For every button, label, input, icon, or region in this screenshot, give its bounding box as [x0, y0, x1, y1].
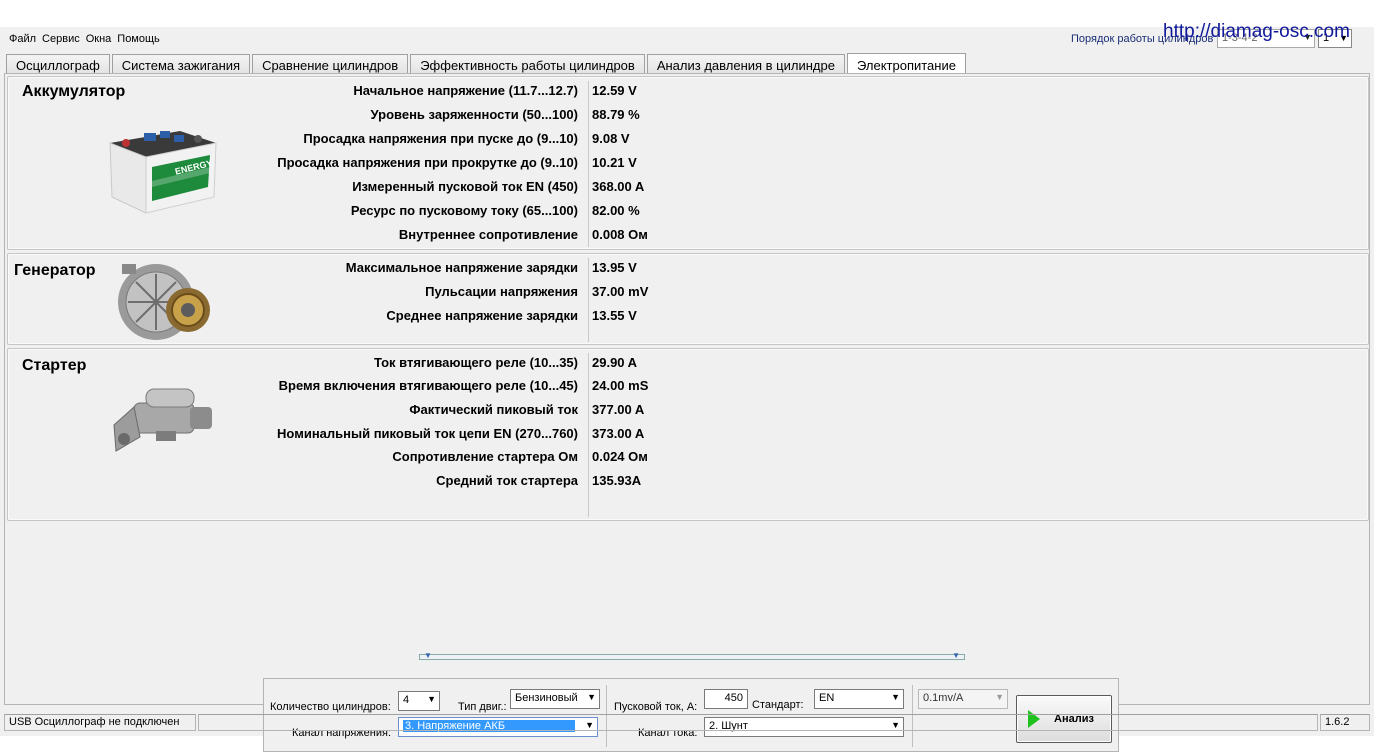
row-value: 10.21 V	[592, 155, 637, 170]
menu-help[interactable]: Помощь	[114, 33, 163, 45]
row-value: 37.00 mV	[592, 284, 649, 299]
row-label: Просадка напряжения при прокрутке до (9.…	[277, 155, 578, 170]
standard-label: Стандарт:	[752, 699, 804, 711]
battery-row: Ресурс по пусковому току (65...100) 82.00…	[8, 203, 708, 227]
row-label: Номинальный пиковый ток цепи EN (270...7…	[277, 426, 578, 441]
generator-row: Пульсации напряжения 37.00 mV	[8, 284, 708, 308]
row-label: Внутреннее сопротивление	[398, 227, 578, 242]
starter-row: Ток втягивающего реле (10...35) 29.90 A	[8, 355, 708, 379]
row-value: 377.00 A	[592, 402, 645, 417]
row-label: Пульсации напряжения	[425, 284, 578, 299]
row-value: 88.79 %	[592, 107, 640, 122]
url-watermark: http://diamag-osc.com	[1163, 21, 1350, 42]
row-label: Ресурс по пусковому току (65...100)	[350, 203, 578, 218]
engine-type-value: Бензиновый	[515, 692, 578, 704]
row-value: 13.95 V	[592, 260, 637, 275]
tab-bar: Осциллограф Система зажигания Сравнение …	[6, 52, 968, 75]
starter-row: Средний ток стартера 135.93A	[8, 473, 708, 497]
tab-pressure-analysis[interactable]: Анализ давления в цилиндре	[646, 54, 845, 74]
chevron-down-icon: ▼	[995, 692, 1004, 702]
tab-oscilloscope[interactable]: Осциллограф	[6, 54, 110, 74]
starter-row: Номинальный пиковый ток цепи EN (270...7…	[8, 426, 708, 450]
generator-row: Максимальное напряжение зарядки 13.95 V	[8, 260, 708, 284]
row-value: 373.00 A	[592, 426, 645, 441]
row-label: Ток втягивающего реле (10...35)	[373, 355, 578, 370]
cylinders-select[interactable]: 4 ▼	[398, 691, 440, 711]
tab-ignition[interactable]: Система зажигания	[111, 54, 251, 74]
row-value: 13.55 V	[592, 308, 637, 323]
sensitivity-value: 0.1mv/A	[923, 692, 964, 704]
sensitivity-select: 0.1mv/A ▼	[918, 689, 1008, 709]
start-current-label: Пусковой ток, А:	[614, 701, 698, 713]
engine-type-select[interactable]: Бензиновый ▼	[510, 689, 600, 709]
menu-bar: Файл Сервис Окна Помощь	[6, 33, 163, 45]
standard-select[interactable]: EN ▼	[814, 689, 904, 709]
row-value: 0.024 Ом	[592, 449, 648, 464]
menu-service[interactable]: Сервис	[39, 33, 83, 45]
row-label: Сопротивление стартера Ом	[392, 449, 578, 464]
standard-value: EN	[819, 692, 835, 704]
chevron-down-icon: ▼	[952, 651, 960, 660]
status-spacer	[198, 714, 1318, 731]
battery-row: Уровень заряженности (50...100) 88.79 %	[8, 107, 708, 131]
battery-row: Начальное напряжение (11.7...12.7) 12.59 …	[8, 83, 708, 107]
status-bar: USB Осциллограф не подключен 1.6.2	[0, 713, 1374, 733]
row-value: 24.00 mS	[592, 378, 649, 393]
row-value: 0.008 Ом	[592, 227, 648, 242]
starter-row: Сопротивление стартера Ом 0.024 Ом	[8, 449, 708, 473]
row-label: Начальное напряжение (11.7...12.7)	[353, 83, 578, 98]
chevron-down-icon: ▼	[427, 694, 436, 704]
row-label: Уровень заряженности (50...100)	[370, 107, 578, 122]
row-label: Средний ток стартера	[436, 473, 578, 488]
generator-row: Среднее напряжение зарядки 13.55 V	[8, 308, 708, 332]
row-value: 9.08 V	[592, 131, 630, 146]
row-value: 82.00 %	[592, 203, 640, 218]
row-label: Время включения втягивающего реле (10...…	[278, 378, 578, 393]
battery-row: Внутреннее сопротивление 0.008 Ом	[8, 227, 708, 251]
chevron-down-icon: ▼	[891, 692, 900, 702]
connection-status: USB Осциллограф не подключен	[4, 714, 196, 731]
chevron-down-icon: ▼	[424, 651, 432, 660]
tab-cylinder-compare[interactable]: Сравнение цилиндров	[252, 54, 409, 74]
cylinders-value: 4	[403, 694, 410, 706]
row-value: 135.93A	[592, 473, 642, 488]
cylinders-label: Количество цилиндров:	[270, 701, 391, 713]
app-window: Файл Сервис Окна Помощь Порядок работы ц…	[0, 21, 1374, 752]
panel-splitter[interactable]: ▼ ▼	[419, 651, 965, 660]
start-current-input[interactable]: 450	[704, 689, 748, 709]
engine-type-label: Тип двиг.:	[458, 701, 507, 713]
row-value: 368.00 A	[592, 179, 645, 194]
power-supply-content: Аккумулятор ENERGY Начальное напряжение …	[4, 73, 1370, 752]
battery-row: Просадка напряжения при прокрутке до (9.…	[8, 155, 708, 179]
battery-panel: Аккумулятор ENERGY Начальное напряжение …	[7, 76, 1369, 250]
starter-panel: Стартер Ток втягивающего реле (10...35) 2…	[7, 348, 1369, 521]
chevron-down-icon: ▼	[587, 692, 596, 702]
row-label: Фактический пиковый ток	[409, 402, 578, 417]
tab-power-supply[interactable]: Электропитание	[846, 53, 966, 75]
starter-row: Фактический пиковый ток 377.00 A	[8, 402, 708, 426]
starter-row: Время включения втягивающего реле (10...…	[8, 378, 708, 402]
row-label: Среднее напряжение зарядки	[386, 308, 578, 323]
tab-cylinder-efficiency[interactable]: Эффективность работы цилиндров	[410, 54, 645, 74]
row-value: 12.59 V	[592, 83, 637, 98]
generator-panel: Генератор Максимальное напряжение зарядк…	[7, 253, 1369, 345]
row-label: Просадка напряжения при пуске до (9...10…	[303, 131, 578, 146]
menu-file[interactable]: Файл	[6, 33, 39, 45]
row-value: 29.90 A	[592, 355, 638, 370]
battery-row: Просадка напряжения при пуске до (9...10…	[8, 131, 708, 155]
menu-windows[interactable]: Окна	[83, 33, 115, 45]
row-label: Измеренный пусковой ток EN (450)	[352, 179, 578, 194]
version-label: 1.6.2	[1320, 714, 1370, 731]
row-label: Максимальное напряжение зарядки	[345, 260, 578, 275]
battery-row: Измеренный пусковой ток EN (450) 368.00 A	[8, 179, 708, 203]
